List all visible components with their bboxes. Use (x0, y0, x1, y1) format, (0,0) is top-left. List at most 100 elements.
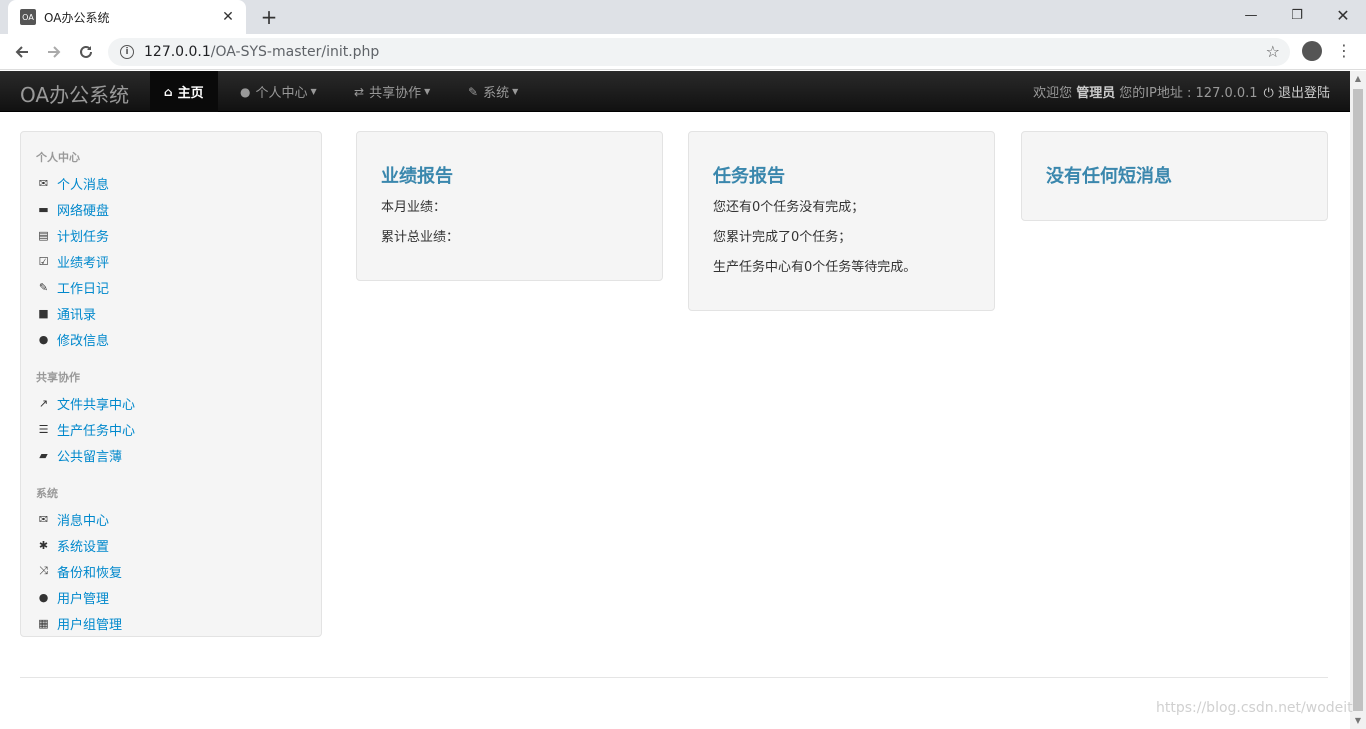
tasks-icon: ☰ (38, 422, 49, 436)
nav-system-label: 系统 (483, 86, 510, 101)
pending-tasks-text: 您还有0个任务没有完成； (713, 200, 865, 215)
sidebar-item-guestbook[interactable]: ▰ 公共留言薄 (21, 442, 321, 468)
app-navbar: OA办公系统 ⌂ 主页 ● 个人中心 ▼ ⇄ 共享协作 ▼ ✎ 系统 ▼ 欢迎您… (0, 71, 1350, 112)
sidebar-item-label: 公共留言薄 (57, 449, 123, 465)
sidebar-item-file-sharing[interactable]: ↗ 文件共享中心 (21, 390, 321, 416)
browser-menu-icon[interactable]: ⋮ (1336, 40, 1352, 62)
sidebar-item-work-diary[interactable]: ✎ 工作日记 (21, 274, 321, 300)
sidebar-item-network-disk[interactable]: ▬ 网络硬盘 (21, 196, 321, 222)
hdd-icon: ▬ (38, 202, 49, 216)
ip-address: 您的IP地址 : 127.0.0.1 (1119, 86, 1258, 101)
address-bar[interactable]: i 127.0.0.1/OA-SYS-master/init.php ☆ (108, 38, 1290, 66)
close-window-icon[interactable]: ✕ (1320, 0, 1366, 30)
sidebar-item-group-management[interactable]: ▦ 用户组管理 (21, 610, 321, 636)
logout-label: 退出登陆 (1277, 86, 1330, 101)
list-alt-icon: ▤ (38, 228, 49, 242)
scroll-thumb[interactable] (1353, 89, 1363, 711)
power-icon: ⏻ (1263, 86, 1274, 101)
tab-title: OA办公系统 (44, 10, 110, 25)
task-report-title: 任务报告 (713, 166, 785, 187)
caret-down-icon: ▼ (424, 87, 431, 96)
home-icon: ⌂ (164, 84, 173, 99)
sidebar-item-label: 业绩考评 (57, 255, 110, 271)
nav-sharing[interactable]: ⇄ 共享协作 ▼ (340, 71, 444, 112)
sidebar-item-planned-tasks[interactable]: ▤ 计划任务 (21, 222, 321, 248)
user-icon: ● (38, 590, 49, 604)
sidebar-item-message-center[interactable]: ✉ 消息中心 (21, 506, 321, 532)
pencil-icon: ✎ (38, 280, 49, 294)
comment-icon: ▰ (39, 448, 48, 462)
wrench-icon: ✎ (468, 84, 479, 99)
sidebar-item-label: 个人消息 (57, 177, 110, 193)
asterisk-icon: ✱ (38, 538, 49, 552)
page-scrollbar[interactable]: ▲ ▼ (1350, 71, 1366, 729)
sidebar-item-edit-info[interactable]: ● 修改信息 (21, 326, 321, 352)
sidebar-item-label: 计划任务 (57, 229, 110, 245)
minimize-icon[interactable]: — (1228, 0, 1274, 30)
footer-divider (20, 677, 1328, 678)
nav-system[interactable]: ✎ 系统 ▼ (454, 71, 532, 112)
tab-favicon: OA (20, 9, 36, 25)
info-icon[interactable]: i (120, 45, 134, 59)
sidebar-item-personal-messages[interactable]: ✉ 个人消息 (21, 170, 321, 196)
reload-icon[interactable] (74, 40, 98, 64)
close-tab-icon[interactable]: ✕ (220, 9, 236, 25)
sidebar-item-label: 消息中心 (57, 513, 110, 529)
sidebar-header-personal: 个人中心 (36, 151, 80, 164)
user-icon: ● (38, 332, 49, 346)
nav-personal-center[interactable]: ● 个人中心 ▼ (226, 71, 331, 112)
brand-title[interactable]: OA办公系统 (20, 79, 129, 108)
nav-home-label: 主页 (177, 86, 204, 101)
sidebar-item-label: 修改信息 (57, 333, 110, 349)
task-report-card: 任务报告 您还有0个任务没有完成； 您累计完成了0个任务； 生产任务中心有0个任… (688, 131, 995, 311)
sidebar-item-backup-restore[interactable]: ⤨ 备份和恢复 (21, 558, 321, 584)
completed-tasks-text: 您累计完成了0个任务； (713, 230, 852, 245)
sidebar-item-label: 工作日记 (57, 281, 110, 297)
browser-tab-strip: OA OA办公系统 ✕ + — ❐ ✕ (0, 0, 1366, 34)
sidebar-item-label: 网络硬盘 (57, 203, 110, 219)
nav-sharing-label: 共享协作 (369, 86, 422, 101)
restore-icon[interactable]: ❐ (1274, 0, 1320, 30)
url-host: 127.0.0.1 (144, 44, 211, 60)
sidebar-item-production-tasks[interactable]: ☰ 生产任务中心 (21, 416, 321, 442)
user-info: 欢迎您 管理员 您的IP地址 : 127.0.0.1 ⏻ 退出登陆 (1033, 71, 1330, 112)
scroll-up-icon[interactable]: ▲ (1350, 71, 1366, 87)
new-tab-icon[interactable]: + (258, 5, 280, 29)
no-messages-title: 没有任何短消息 (1046, 166, 1172, 187)
sidebar-item-performance[interactable]: ☑ 业绩考评 (21, 248, 321, 274)
envelope-icon: ✉ (38, 512, 49, 526)
book-icon: ■ (38, 306, 49, 320)
sidebar-header-sharing: 共享协作 (36, 371, 80, 384)
url-path: /OA-SYS-master/init.php (210, 44, 380, 60)
nav-home[interactable]: ⌂ 主页 (150, 71, 218, 112)
sidebar-item-user-management[interactable]: ● 用户管理 (21, 584, 321, 610)
share-icon: ↗ (38, 396, 49, 410)
random-icon: ⤨ (39, 564, 48, 577)
user-icon: ● (240, 84, 251, 99)
production-tasks-text: 生产任务中心有0个任务等待完成。 (713, 260, 917, 275)
retweet-icon: ⇄ (354, 84, 365, 99)
logout-link[interactable]: ⏻ 退出登陆 (1264, 82, 1330, 101)
profile-icon[interactable] (1302, 41, 1322, 61)
bookmark-star-icon[interactable]: ☆ (1266, 42, 1280, 61)
browser-tab[interactable]: OA OA办公系统 ✕ (8, 0, 246, 34)
th-large-icon: ▦ (38, 616, 49, 630)
monthly-performance: 本月业绩： (381, 200, 447, 215)
sidebar-item-system-settings[interactable]: ✱ 系统设置 (21, 532, 321, 558)
caret-down-icon: ▼ (310, 87, 317, 96)
back-icon[interactable] (10, 40, 34, 64)
sidebar-item-label: 生产任务中心 (57, 423, 136, 439)
username: 管理员 (1076, 86, 1116, 101)
caret-down-icon: ▼ (512, 87, 519, 96)
forward-icon[interactable] (42, 40, 66, 64)
browser-toolbar: i 127.0.0.1/OA-SYS-master/init.php ☆ (0, 34, 1366, 70)
watermark-text: https://blog.csdn.net/wodeit (1156, 700, 1353, 716)
performance-report-title: 业绩报告 (381, 166, 453, 187)
messages-card: 没有任何短消息 (1021, 131, 1328, 221)
sidebar-item-label: 备份和恢复 (57, 565, 123, 581)
sidebar-item-contacts[interactable]: ■ 通讯录 (21, 300, 321, 326)
total-performance: 累计总业绩： (381, 230, 460, 245)
sidebar-item-label: 文件共享中心 (57, 397, 136, 413)
sidebar-header-system: 系统 (36, 487, 58, 500)
envelope-icon: ✉ (38, 176, 49, 190)
